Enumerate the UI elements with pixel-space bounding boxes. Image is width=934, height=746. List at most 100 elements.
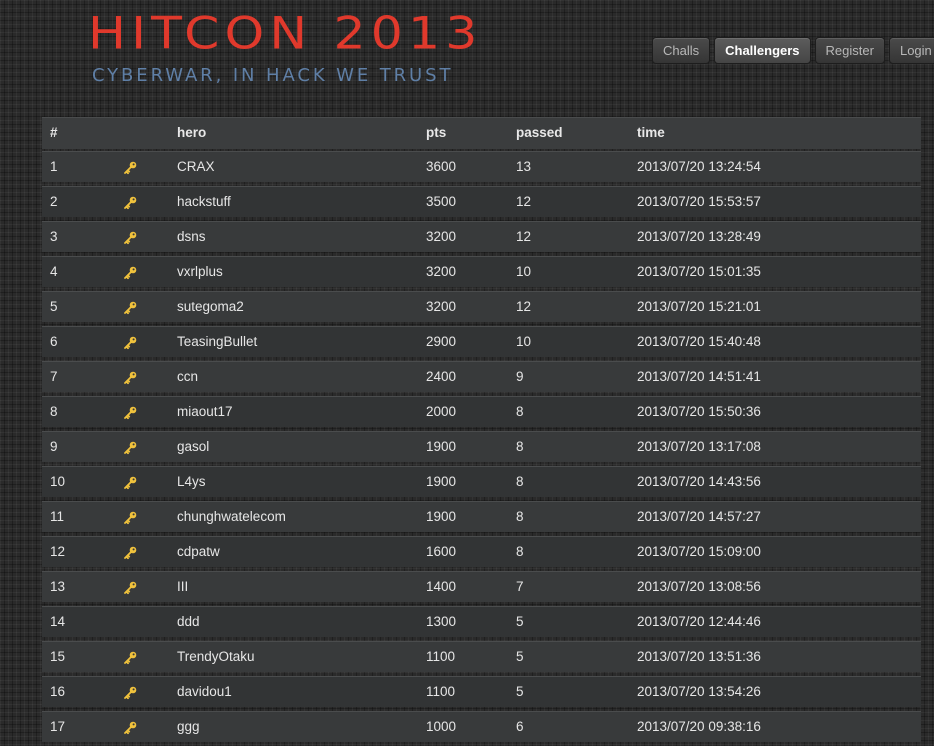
row-hero[interactable]: ddd xyxy=(177,607,200,637)
row-pts: 1900 xyxy=(426,439,457,454)
row-time: 2013/07/20 15:50:36 xyxy=(637,404,761,419)
nav-register-button[interactable]: Register xyxy=(814,37,885,64)
header-time: time xyxy=(637,125,665,140)
row-hero[interactable]: ccn xyxy=(177,362,198,392)
row-time: 2013/07/20 13:51:36 xyxy=(637,649,761,664)
row-hero[interactable]: vxrlplus xyxy=(177,257,223,287)
row-rank: 12 xyxy=(50,544,66,559)
row-pts: 1400 xyxy=(426,579,457,594)
row-pts: 1100 xyxy=(426,684,456,699)
nav-challs-button[interactable]: Challs xyxy=(652,37,711,64)
table-body: 1 CRAX 3600 13 2013/07/20 13:24:54 2 hackstuff… xyxy=(42,151,921,742)
key-icon xyxy=(124,511,137,525)
logo-subtitle: CYBERWAR, IN HACK WE TRUST xyxy=(92,65,454,86)
key-icon xyxy=(124,581,137,595)
site-logo[interactable]: HITCON 2013 CYBERWAR, IN HACK WE TRUST xyxy=(88,8,613,88)
row-rank: 2 xyxy=(50,194,58,209)
row-rank: 11 xyxy=(50,509,65,524)
logo-title: HITCON 2013 xyxy=(88,8,483,60)
row-hero[interactable]: dsns xyxy=(177,222,206,252)
row-passed: 6 xyxy=(516,719,524,734)
row-passed: 8 xyxy=(516,474,524,489)
key-icon xyxy=(124,196,137,210)
row-time: 2013/07/20 14:43:56 xyxy=(637,474,761,489)
header-passed: passed xyxy=(516,125,563,140)
row-hero[interactable]: miaout17 xyxy=(177,397,233,427)
row-pts: 3200 xyxy=(426,299,457,314)
table-row: 10 L4ys 1900 8 2013/07/20 14:43:56 xyxy=(42,466,921,497)
row-hero[interactable]: davidou1 xyxy=(177,677,232,707)
key-icon xyxy=(124,406,137,420)
header-rank: # xyxy=(50,125,58,140)
row-passed: 10 xyxy=(516,334,532,349)
row-time: 2013/07/20 13:28:49 xyxy=(637,229,761,244)
key-icon xyxy=(124,476,137,490)
row-passed: 9 xyxy=(516,369,524,384)
row-time: 2013/07/20 13:08:56 xyxy=(637,579,761,594)
table-row: 4 vxrlplus 3200 10 2013/07/20 15:01:35 xyxy=(42,256,921,287)
row-rank: 9 xyxy=(50,439,58,454)
row-pts: 1300 xyxy=(426,614,457,629)
row-passed: 12 xyxy=(516,194,532,209)
row-pts: 1900 xyxy=(426,509,457,524)
row-hero[interactable]: TeasingBullet xyxy=(177,327,257,357)
nav-login-button[interactable]: Login xyxy=(888,37,934,64)
row-pts: 3600 xyxy=(426,159,457,174)
nav-challengers-button[interactable]: Challengers xyxy=(714,37,811,64)
key-icon xyxy=(124,441,137,455)
row-passed: 8 xyxy=(516,439,524,454)
table-row: 3 dsns 3200 12 2013/07/20 13:28:49 xyxy=(42,221,921,252)
row-hero[interactable]: gasol xyxy=(177,432,209,462)
row-rank: 16 xyxy=(50,684,66,699)
header-pts: pts xyxy=(426,125,447,140)
table-row: 14 ddd 1300 5 2013/07/20 12:44:46 xyxy=(42,606,921,637)
header-hero: hero xyxy=(177,125,207,140)
key-icon xyxy=(124,721,137,735)
table-row: 15 TrendyOtaku 1100 5 2013/07/20 13:51:36 xyxy=(42,641,921,672)
row-passed: 8 xyxy=(516,404,524,419)
row-rank: 15 xyxy=(50,649,66,664)
row-hero[interactable]: sutegoma2 xyxy=(177,292,244,322)
row-pts: 3200 xyxy=(426,229,457,244)
key-icon xyxy=(124,161,137,175)
row-passed: 5 xyxy=(516,614,524,629)
row-time: 2013/07/20 15:21:01 xyxy=(637,299,761,314)
key-icon xyxy=(124,266,137,280)
table-row: 12 cdpatw 1600 8 2013/07/20 15:09:00 xyxy=(42,536,921,567)
row-pts: 3500 xyxy=(426,194,457,209)
row-pts: 2900 xyxy=(426,334,457,349)
key-icon xyxy=(124,371,137,385)
row-passed: 10 xyxy=(516,264,532,279)
row-rank: 4 xyxy=(50,264,58,279)
row-passed: 13 xyxy=(516,159,532,174)
row-rank: 6 xyxy=(50,334,58,349)
table-row: 17 ggg 1000 6 2013/07/20 09:38:16 xyxy=(42,711,921,742)
row-time: 2013/07/20 13:54:26 xyxy=(637,684,761,699)
table-row: 16 davidou1 1100 5 2013/07/20 13:54:26 xyxy=(42,676,921,707)
row-hero[interactable]: L4ys xyxy=(177,467,206,497)
row-hero[interactable]: cdpatw xyxy=(177,537,220,567)
row-passed: 5 xyxy=(516,649,524,664)
row-rank: 17 xyxy=(50,719,66,734)
row-pts: 2000 xyxy=(426,404,457,419)
table-row: 7 ccn 2400 9 2013/07/20 14:51:41 xyxy=(42,361,921,392)
key-icon xyxy=(124,546,137,560)
table-row: 1 CRAX 3600 13 2013/07/20 13:24:54 xyxy=(42,151,921,182)
row-passed: 12 xyxy=(516,299,532,314)
table-row: 8 miaout17 2000 8 2013/07/20 15:50:36 xyxy=(42,396,921,427)
table-row: 9 gasol 1900 8 2013/07/20 13:17:08 xyxy=(42,431,921,462)
row-time: 2013/07/20 15:40:48 xyxy=(637,334,761,349)
table-row: 11 chunghwatelecom 1900 8 2013/07/20 14:57:2… xyxy=(42,501,921,532)
row-passed: 8 xyxy=(516,544,524,559)
row-time: 2013/07/20 13:17:08 xyxy=(637,439,761,454)
row-hero[interactable]: hackstuff xyxy=(177,187,231,217)
row-time: 2013/07/20 15:53:57 xyxy=(637,194,761,209)
row-hero[interactable]: ggg xyxy=(177,712,200,742)
row-hero[interactable]: TrendyOtaku xyxy=(177,642,255,672)
row-rank: 1 xyxy=(50,159,58,174)
row-hero[interactable]: CRAX xyxy=(177,152,215,182)
row-hero[interactable]: III xyxy=(177,572,188,602)
table-header-row: # hero pts passed time xyxy=(42,117,921,149)
row-hero[interactable]: chunghwatelecom xyxy=(177,502,286,532)
scoreboard-table: # hero pts passed time 1 CRAX 3600 13 2013/0… xyxy=(42,117,921,746)
